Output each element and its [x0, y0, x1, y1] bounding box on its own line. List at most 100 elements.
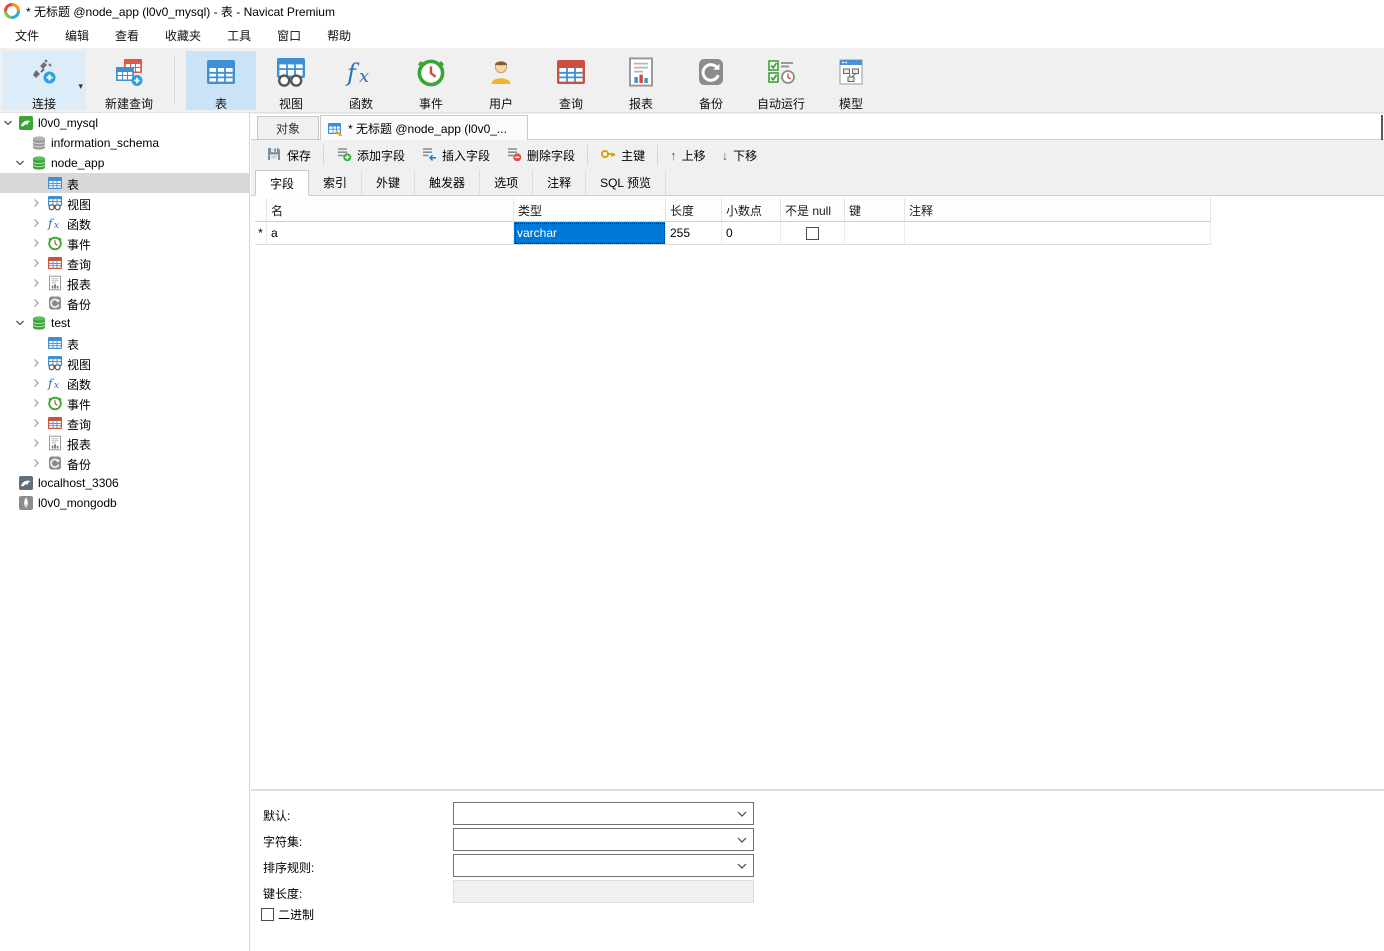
tree-item-label: information_schema — [51, 136, 160, 150]
function-icon: fx — [345, 56, 377, 91]
chevron-collapsed-icon[interactable] — [30, 397, 42, 409]
tree-item-l0v0_mysql[interactable]: l0v0_mysql — [0, 113, 249, 133]
tree-item-报表[interactable]: 报表 — [0, 273, 249, 293]
toolbar-button-report[interactable]: 报表 — [606, 51, 676, 111]
binary-checkbox[interactable] — [261, 908, 274, 921]
toolbar-button-connection[interactable]: 连接 ▾ — [2, 51, 86, 111]
designer-toolbar-delete-field-button[interactable]: 删除字段 — [498, 142, 583, 169]
tree-item-localhost_3306[interactable]: localhost_3306 — [0, 473, 249, 493]
designer-toolbar-insert-field-button[interactable]: 插入字段 — [413, 142, 498, 169]
chevron-collapsed-icon[interactable] — [30, 417, 42, 429]
toolbar-button-label: 模型 — [838, 97, 863, 111]
toolbar-button-label: 自动运行 — [756, 97, 805, 111]
designer-tab-4[interactable]: 选项 — [480, 170, 534, 195]
menu-item-0[interactable]: 文件 — [2, 23, 52, 48]
charset-label: 字符集: — [263, 835, 303, 849]
tree-item-函数[interactable]: f x 函数 — [0, 373, 249, 393]
designer-tab-6[interactable]: SQL 预览 — [586, 170, 666, 195]
tree-item-查询[interactable]: 查询 — [0, 413, 249, 433]
query-icon — [47, 255, 63, 271]
field-length-cell[interactable]: 255 — [666, 222, 722, 245]
tree-item-information_schema[interactable]: information_schema — [0, 133, 249, 153]
tab-objects[interactable]: 对象 — [257, 116, 319, 140]
designer-toolbar-primary-key-button[interactable]: 主键 — [592, 142, 653, 169]
menu-item-4[interactable]: 工具 — [214, 23, 264, 48]
tree-item-表[interactable]: 表 — [0, 333, 249, 353]
designer-tab-3[interactable]: 触发器 — [415, 170, 481, 195]
chevron-collapsed-icon[interactable] — [30, 277, 42, 289]
tree-item-事件[interactable]: 事件 — [0, 233, 249, 253]
chevron-expanded-icon[interactable] — [2, 117, 14, 129]
function-icon: fx — [47, 375, 63, 392]
arrow-down-icon: ↓ — [721, 147, 729, 163]
chevron-expanded-icon[interactable] — [14, 317, 26, 329]
toolbar-button-model[interactable]: 模型 — [816, 51, 886, 111]
connection-dropdown-arrow-icon[interactable]: ▾ — [78, 81, 83, 92]
tree-item-函数[interactable]: f x 函数 — [0, 213, 249, 233]
toolbar-button-event[interactable]: 事件 — [396, 51, 466, 111]
chevron-collapsed-icon[interactable] — [30, 437, 42, 449]
user-icon — [485, 56, 517, 91]
chevron-collapsed-icon[interactable] — [30, 217, 42, 229]
tree-item-报表[interactable]: 报表 — [0, 433, 249, 453]
field-decimals-cell[interactable]: 0 — [722, 222, 781, 245]
chevron-collapsed-icon[interactable] — [30, 377, 42, 389]
chevron-expanded-icon[interactable] — [14, 157, 26, 169]
tree-item-label: test — [51, 316, 71, 330]
chevron-collapsed-icon[interactable] — [30, 357, 42, 369]
toolbar-button-function[interactable]: f x 函数 — [326, 51, 396, 111]
designer-toolbar-move-up-button[interactable]: ↑ 上移 — [662, 143, 714, 168]
mysql-offline-icon — [18, 475, 34, 491]
toolbar-button-new-query[interactable]: 新建查询 — [88, 51, 170, 111]
designer-tab-5[interactable]: 注释 — [533, 170, 587, 195]
tree-item-备份[interactable]: 备份 — [0, 453, 249, 473]
menu-item-2[interactable]: 查看 — [102, 23, 152, 48]
designer-tab-2[interactable]: 外键 — [362, 170, 416, 195]
chevron-collapsed-icon[interactable] — [30, 237, 42, 249]
not-null-checkbox[interactable] — [806, 226, 819, 240]
tab-table-designer[interactable]: * 无标题 @node_app (l0v0_... — [320, 115, 528, 141]
event-icon — [415, 56, 447, 91]
menu-item-3[interactable]: 收藏夹 — [152, 23, 214, 48]
tree-item-l0v0_mongodb[interactable]: l0v0_mongodb — [0, 493, 249, 513]
default-select[interactable] — [453, 802, 754, 825]
field-notnull-cell[interactable] — [781, 222, 845, 245]
tree-item-label: 查询 — [67, 258, 92, 272]
charset-select[interactable] — [453, 828, 754, 851]
toolbar-button-user[interactable]: 用户 — [466, 51, 536, 111]
chevron-collapsed-icon[interactable] — [30, 257, 42, 269]
chevron-collapsed-icon[interactable] — [30, 297, 42, 309]
tree-item-备份[interactable]: 备份 — [0, 293, 249, 313]
tree-item-事件[interactable]: 事件 — [0, 393, 249, 413]
tree-item-视图[interactable]: 视图 — [0, 353, 249, 373]
designer-tab-1[interactable]: 索引 — [309, 170, 363, 195]
chevron-collapsed-icon[interactable] — [30, 457, 42, 469]
field-name-cell[interactable]: a — [267, 222, 514, 245]
chevron-down-icon — [737, 833, 747, 847]
toolbar-button-automation[interactable]: 自动运行 — [746, 51, 816, 111]
toolbar-separator — [174, 56, 175, 104]
collation-select[interactable] — [453, 854, 754, 877]
tree-item-node_app[interactable]: node_app — [0, 153, 249, 173]
chevron-collapsed-icon[interactable] — [30, 197, 42, 209]
tree-item-查询[interactable]: 查询 — [0, 253, 249, 273]
toolbar-button-backup[interactable]: 备份 — [676, 51, 746, 111]
field-type-cell[interactable]: varchar — [514, 222, 666, 245]
grid-header-5: 键 — [845, 198, 905, 222]
toolbar-separator — [657, 145, 659, 165]
toolbar-button-query[interactable]: 查询 — [536, 51, 606, 111]
menu-item-5[interactable]: 窗口 — [264, 23, 314, 48]
designer-toolbar-add-field-button[interactable]: 添加字段 — [328, 142, 413, 169]
designer-toolbar-save-button[interactable]: 保存 — [258, 142, 319, 169]
menu-item-6[interactable]: 帮助 — [314, 23, 364, 48]
field-key-cell[interactable] — [845, 222, 905, 245]
field-comment-cell[interactable] — [905, 222, 1211, 245]
tree-item-表[interactable]: 表 — [0, 173, 249, 193]
tree-item-test[interactable]: test — [0, 313, 249, 333]
toolbar-button-view[interactable]: 视图 — [256, 51, 326, 111]
toolbar-button-table[interactable]: 表 — [186, 51, 256, 111]
tree-item-视图[interactable]: 视图 — [0, 193, 249, 213]
designer-toolbar-move-down-button[interactable]: ↓ 下移 — [714, 143, 766, 168]
designer-tab-0[interactable]: 字段 — [255, 170, 310, 196]
menu-item-1[interactable]: 编辑 — [52, 23, 102, 48]
